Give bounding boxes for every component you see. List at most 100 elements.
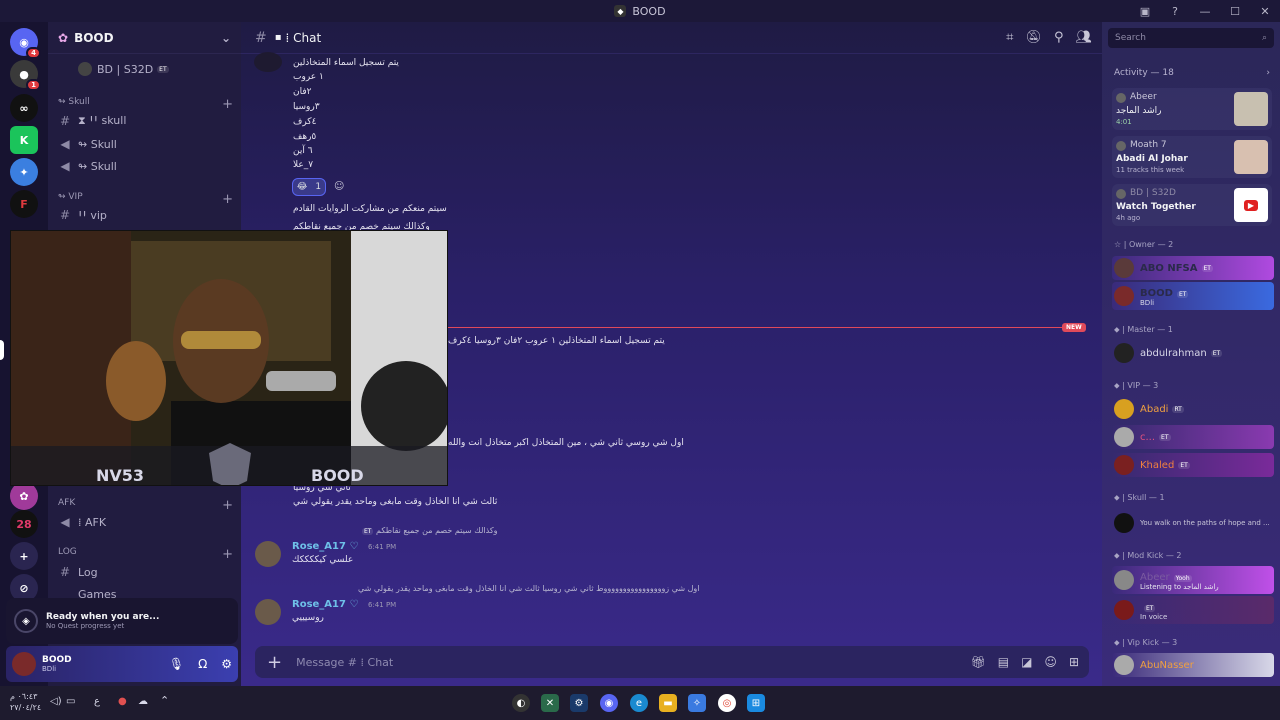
message-author[interactable]: Rose_A17 ♡: [292, 599, 358, 610]
activity-header[interactable]: Activity — 18 ›: [1114, 68, 1270, 78]
quest-progress[interactable]: ◈ Ready when you are... No Quest progres…: [6, 598, 238, 644]
attach-plus-icon[interactable]: +: [267, 652, 282, 673]
add-channel-icon[interactable]: +: [222, 547, 233, 562]
activity-card[interactable]: Moath 7 Abadi Al Johar 11 tracks this we…: [1112, 136, 1272, 178]
avatar[interactable]: [12, 652, 36, 676]
copilot-icon[interactable]: ✧: [688, 694, 706, 712]
quest-icon: ◈: [14, 609, 38, 633]
member-abeer[interactable]: Abeer Yooh Listening to راشد الماجد: [1112, 566, 1274, 594]
inbox-icon[interactable]: ▣: [1130, 5, 1160, 18]
threads-icon[interactable]: ⌗: [1006, 30, 1013, 45]
discord-icon[interactable]: ◉: [600, 694, 618, 712]
add-reaction-icon[interactable]: ☺: [334, 181, 344, 192]
member-abadi[interactable]: Abadi RT: [1112, 397, 1274, 421]
chevron-down-icon[interactable]: ⌄: [221, 31, 231, 45]
file-explorer-icon[interactable]: ▬: [659, 694, 677, 712]
chrome-icon[interactable]: ◎: [718, 694, 736, 712]
voice-user[interactable]: BD | S32D ET ⁄: [78, 59, 258, 79]
reply-preview[interactable]: اول شي زووووووووووووووووط ثاني شي روسيا …: [358, 584, 700, 593]
channel-skull-text[interactable]: # ⧗ ꞋꞋ skull: [56, 111, 236, 131]
avatar: [1114, 427, 1134, 447]
windows-start-icon[interactable]: ⊞: [747, 694, 765, 712]
close-button[interactable]: ✕: [1250, 5, 1280, 18]
microphone-icon[interactable]: ●: [118, 696, 127, 707]
server-icon-fx[interactable]: F: [10, 190, 38, 218]
channel-skull-voice-2[interactable]: ◀ ↬ Skull: [56, 156, 236, 176]
server-icon-k[interactable]: K: [10, 126, 38, 154]
avatar[interactable]: [255, 541, 281, 567]
add-channel-icon[interactable]: +: [222, 498, 233, 513]
member-khaled[interactable]: Khaled ET: [1112, 453, 1274, 477]
reply-preview[interactable]: اول شي روسي ثاني شي ، مين المتخاذل اكبر …: [448, 438, 684, 448]
member-bood[interactable]: BOOD ET BD‌li: [1112, 282, 1274, 310]
message-author[interactable]: Rose_A17 ♡: [292, 541, 358, 552]
help-icon[interactable]: ?: [1160, 5, 1190, 18]
channel-vip[interactable]: # ꞋꞋ vip: [56, 205, 236, 225]
member-abunasser[interactable]: AbuNasser: [1112, 653, 1274, 677]
server-icon-pink[interactable]: ✿: [10, 482, 38, 510]
add-server-icon[interactable]: +: [10, 542, 38, 570]
cloud-icon[interactable]: ☁: [138, 696, 148, 707]
taskbar-app-icon[interactable]: ◐: [512, 694, 530, 712]
stream-video-overlay[interactable]: NV53 BOOD: [10, 230, 448, 486]
xbox-icon[interactable]: ✕: [541, 694, 559, 712]
notification-bell-icon[interactable]: 🔕︎: [1025, 30, 1042, 45]
server-icon-infinity[interactable]: ∞: [10, 94, 38, 122]
avatar: [1114, 600, 1134, 620]
sticker-icon[interactable]: ◪: [1021, 655, 1032, 669]
pin-icon[interactable]: ⚲: [1054, 30, 1064, 45]
gif-icon[interactable]: ▤: [998, 655, 1009, 669]
display-icon[interactable]: ▭: [66, 696, 75, 707]
avatar[interactable]: [255, 599, 281, 625]
channel-log[interactable]: # Log: [56, 562, 236, 582]
reply-preview[interactable]: وكذالك سيتم خصم من جميع نقاطكم ET: [358, 526, 498, 535]
gift-icon[interactable]: 🎁︎: [971, 655, 986, 669]
channel-skull-voice-1[interactable]: ◀ ↬ Skull: [56, 134, 236, 154]
activity-card[interactable]: Abeer راشد الماجد 4:01: [1112, 88, 1272, 130]
speaker-icon: ◀: [60, 515, 70, 529]
member-abdulrahman[interactable]: abdulrahman ET: [1112, 341, 1274, 365]
activity-card[interactable]: BD | S32D Watch Together 4h ago ▶: [1112, 184, 1272, 226]
list-item: ٦ آين: [293, 146, 313, 156]
server-icon-28[interactable]: 28: [10, 510, 38, 538]
avatar: [1114, 258, 1134, 278]
volume-icon[interactable]: ◁): [50, 696, 62, 707]
member-in-voice[interactable]: ET In voice: [1112, 596, 1274, 624]
avatar: [1116, 93, 1126, 103]
language-indicator[interactable]: ع: [94, 696, 100, 707]
settings-gear-icon[interactable]: ⚙: [221, 657, 232, 671]
message-input[interactable]: Message # ⁞ Chat: [296, 656, 393, 669]
list-item: ٥رهف: [293, 132, 317, 142]
message-composer[interactable]: + Message # ⁞ Chat 🎁︎ ▤ ◪ ☺ ⊞: [255, 646, 1089, 678]
microphone-icon[interactable]: 🎙︎: [169, 657, 184, 671]
server-header[interactable]: ✿ BOOD ⌄: [48, 22, 241, 54]
search-input[interactable]: Search ⌕: [1108, 28, 1274, 48]
discord-home-icon[interactable]: ◉ 4: [10, 28, 41, 59]
category-skull[interactable]: ↬ Skull +: [58, 97, 233, 112]
member-c[interactable]: c... ET: [1112, 425, 1274, 449]
emoji-icon[interactable]: ☺: [1044, 655, 1057, 669]
server-icon-blue[interactable]: ✦: [10, 158, 38, 186]
category-log[interactable]: LOG +: [58, 547, 233, 562]
server-icon: ✿: [58, 30, 69, 45]
minimize-button[interactable]: —: [1190, 5, 1220, 18]
clock[interactable]: ٠٦:٤٣ م ٢٧/٠٤/٢٤: [10, 691, 41, 713]
reaction-button[interactable]: 😂 1: [292, 178, 326, 196]
hash-icon: #: [255, 29, 267, 46]
maximize-button[interactable]: ☐: [1220, 5, 1250, 18]
activity-gamepad-icon[interactable]: ⊞: [1069, 655, 1079, 669]
server-icon-avatar[interactable]: ● 1: [10, 60, 41, 91]
steam-icon[interactable]: ⚙: [570, 694, 588, 712]
add-channel-icon[interactable]: +: [222, 97, 233, 112]
member-skull[interactable]: You walk on the paths of hope and ...: [1112, 510, 1274, 536]
member-abo-nfsa[interactable]: ABO NFSA ET: [1112, 256, 1274, 280]
reply-preview[interactable]: يتم تسجيل اسماء المتخاذلين ١ عروب ٢فان ٣…: [448, 336, 665, 346]
headphones-icon[interactable]: Ω: [198, 657, 207, 671]
edge-icon[interactable]: e: [630, 694, 648, 712]
user-name: BOOD: [42, 655, 72, 665]
channel-afk[interactable]: ◀ ⁞ AFK: [56, 512, 236, 532]
chevron-up-icon[interactable]: ⌃: [160, 694, 169, 707]
avatar: [78, 62, 92, 76]
category-afk[interactable]: AFK +: [58, 498, 233, 513]
member-list-icon[interactable]: 👥︎: [1075, 30, 1092, 45]
